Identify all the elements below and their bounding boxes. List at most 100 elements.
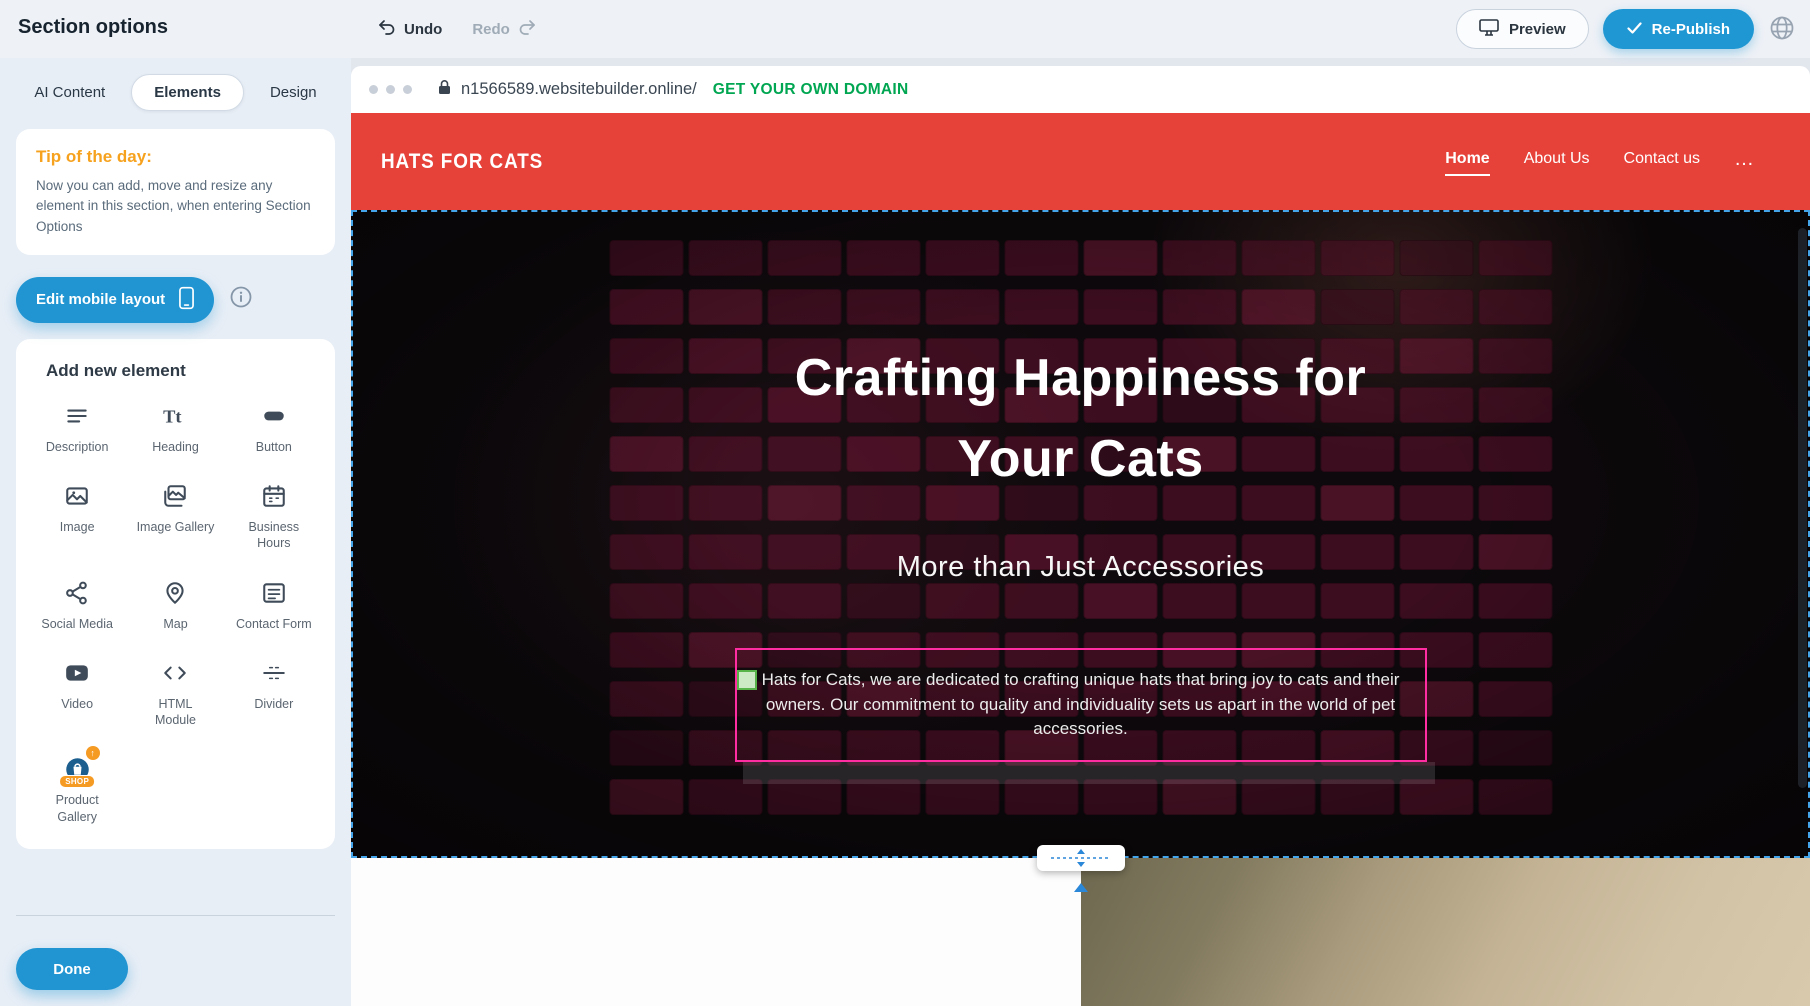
section-resize-handle[interactable]: [1037, 845, 1125, 871]
tip-title: Tip of the day:: [36, 147, 315, 167]
element-label: Heading: [152, 439, 199, 455]
element-drag-handle[interactable]: [737, 670, 757, 690]
element-html-module[interactable]: HTML Module: [128, 658, 222, 729]
element-map[interactable]: Map: [128, 578, 222, 632]
add-element-panel: Add new element Description Tt Heading Butt…: [16, 339, 335, 849]
next-section-white: [351, 858, 1081, 1006]
republish-button[interactable]: Re-Publish: [1603, 9, 1754, 49]
image-gallery-icon: [162, 481, 188, 511]
site-logo[interactable]: HATS FOR CATS: [381, 150, 543, 174]
next-section[interactable]: [351, 858, 1810, 1006]
window-dot: [403, 85, 412, 94]
element-label: Contact Form: [236, 616, 312, 632]
nav-item-contact-us[interactable]: Contact us: [1624, 150, 1700, 174]
svg-text:Tt: Tt: [164, 406, 183, 426]
scroll-down-arrow: [1074, 883, 1088, 892]
element-label: Button: [256, 439, 292, 455]
element-social-media[interactable]: Social Media: [30, 578, 124, 632]
globe-icon: [1768, 14, 1796, 45]
nav-item-home[interactable]: Home: [1445, 150, 1489, 174]
get-domain-link[interactable]: GET YOUR OWN DOMAIN: [713, 81, 909, 99]
site-url: n1566589.websitebuilder.online/: [461, 80, 697, 99]
hero-subheading[interactable]: More than Just Accessories: [897, 551, 1265, 584]
tip-body: Now you can add, move and resize any ele…: [36, 176, 315, 237]
nav-more-button[interactable]: …: [1734, 148, 1754, 175]
sidebar-tabs: AI Content Elements Design: [0, 74, 351, 111]
element-divider[interactable]: Divider: [227, 658, 321, 729]
preview-area: n1566589.websitebuilder.online/ GET YOUR…: [351, 58, 1810, 1006]
nav-links: Home About Us Contact us: [1445, 150, 1700, 174]
video-icon: [64, 658, 90, 688]
pavement-photo: [1081, 858, 1810, 1006]
done-button[interactable]: Done: [16, 948, 128, 990]
contact-form-icon: [261, 578, 287, 608]
tab-design[interactable]: Design: [262, 75, 325, 110]
element-label: Image Gallery: [137, 519, 215, 535]
mobile-layout-row: Edit mobile layout: [16, 277, 335, 323]
element-label: Product Gallery: [38, 792, 116, 825]
hero-content: Crafting Happiness for Your Cats More th…: [351, 210, 1810, 858]
selected-paragraph-element[interactable]: Hats for Cats, we are dedicated to craft…: [735, 648, 1427, 762]
window-dot: [369, 85, 378, 94]
sidebar-divider: [16, 915, 335, 916]
sidebar: AI Content Elements Design Tip of the day:…: [0, 58, 351, 1006]
preview-button[interactable]: Preview: [1456, 9, 1589, 49]
element-button[interactable]: Button: [227, 401, 321, 455]
element-label: HTML Module: [136, 696, 214, 729]
shop-badge: SHOP: [59, 775, 95, 788]
edit-mobile-label: Edit mobile layout: [36, 291, 165, 308]
check-icon: [1627, 21, 1642, 38]
site-header[interactable]: HATS FOR CATS Home About Us Contact us …: [351, 113, 1810, 210]
map-icon: [162, 578, 188, 608]
element-label: Map: [163, 616, 187, 632]
tab-elements[interactable]: Elements: [131, 74, 244, 111]
element-business-hours[interactable]: Business Hours: [227, 481, 321, 552]
monitor-icon: [1479, 19, 1499, 40]
description-icon: [64, 401, 90, 431]
button-icon: [261, 401, 287, 431]
redo-button[interactable]: Redo: [472, 20, 536, 39]
element-image-gallery[interactable]: Image Gallery: [128, 481, 222, 552]
undo-label: Undo: [404, 21, 442, 38]
site-preview: HATS FOR CATS Home About Us Contact us … C…: [351, 113, 1810, 1006]
browser-bar: n1566589.websitebuilder.online/ GET YOUR…: [351, 66, 1810, 113]
hero-heading[interactable]: Crafting Happiness for Your Cats: [761, 338, 1401, 499]
hero-paragraph[interactable]: Hats for Cats, we are dedicated to craft…: [749, 668, 1413, 742]
window-dots: [369, 85, 412, 94]
edit-mobile-layout-button[interactable]: Edit mobile layout: [16, 277, 214, 323]
undo-redo-group: Undo Redo: [378, 0, 536, 58]
language-globe-button[interactable]: [1768, 14, 1796, 45]
nav-item-about-us[interactable]: About Us: [1524, 150, 1590, 174]
preview-scrollbar[interactable]: [1798, 228, 1807, 788]
info-icon[interactable]: [230, 286, 252, 313]
element-label: Image: [60, 519, 95, 535]
app: Section options Undo Redo Preview Re-Pub…: [0, 0, 1810, 1006]
element-heading[interactable]: Tt Heading: [128, 401, 222, 455]
element-image[interactable]: Image: [30, 481, 124, 552]
element-label: Social Media: [41, 616, 113, 632]
element-description[interactable]: Description: [30, 401, 124, 455]
republish-label: Re-Publish: [1652, 21, 1730, 38]
element-video[interactable]: Video: [30, 658, 124, 729]
tip-card: Tip of the day: Now you can add, move an…: [16, 129, 335, 255]
html-module-icon: [162, 658, 188, 688]
phone-icon: [179, 286, 194, 314]
tab-ai-content[interactable]: AI Content: [26, 75, 113, 110]
business-hours-icon: [261, 481, 287, 511]
paragraph-ghost: [743, 762, 1435, 784]
element-label: Description: [46, 439, 109, 455]
social-media-icon: [64, 578, 90, 608]
heading-icon: Tt: [162, 401, 188, 431]
element-contact-form[interactable]: Contact Form: [227, 578, 321, 632]
lock-icon: [438, 79, 451, 100]
site-nav: Home About Us Contact us …: [1445, 148, 1754, 175]
element-product-gallery[interactable]: SHOP↑ Product Gallery: [30, 754, 124, 825]
element-label: Video: [61, 696, 93, 712]
element-grid: Description Tt Heading Button Image Image Gal…: [30, 401, 321, 825]
redo-icon: [518, 20, 536, 39]
product-gallery-icon: SHOP↑: [64, 754, 91, 784]
hero-section[interactable]: Crafting Happiness for Your Cats More th…: [351, 210, 1810, 858]
add-element-title: Add new element: [46, 361, 321, 381]
undo-button[interactable]: Undo: [378, 20, 442, 39]
topbar-actions: Preview Re-Publish: [1456, 9, 1796, 49]
